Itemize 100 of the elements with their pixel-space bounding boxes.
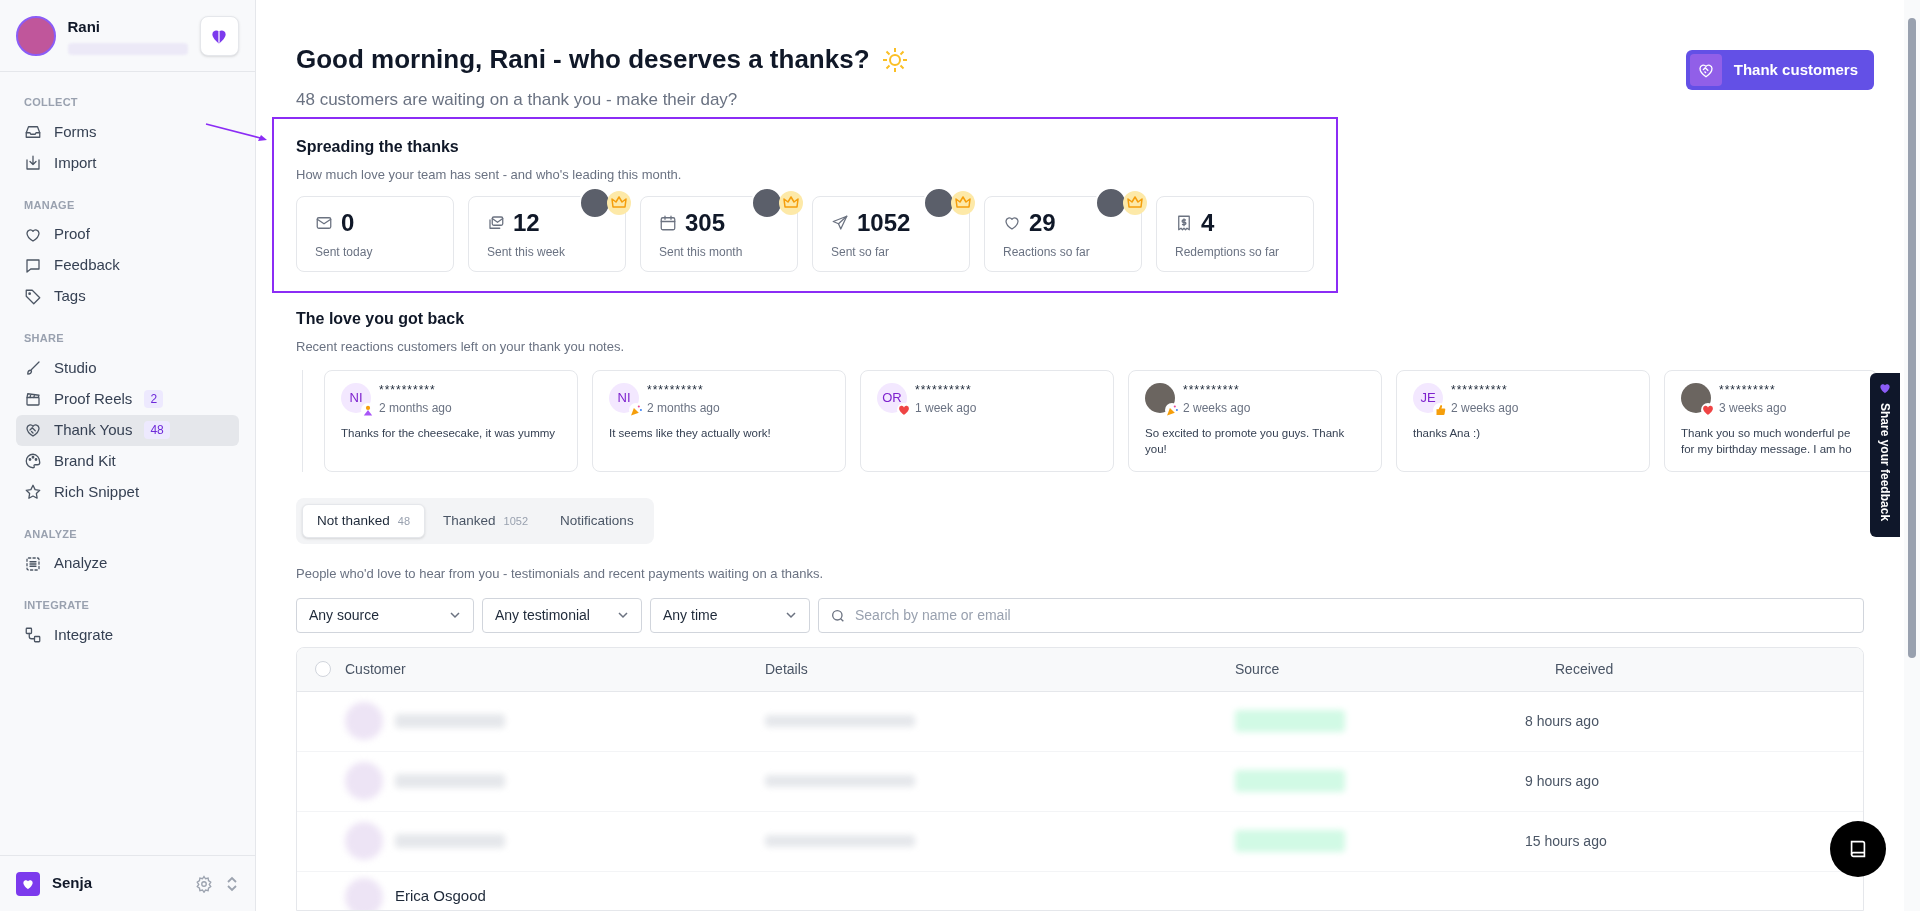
crown-icon <box>779 191 803 215</box>
customer-name: ********** <box>1719 383 1777 397</box>
crown-icon <box>607 191 631 215</box>
tag-icon <box>24 287 42 306</box>
stat-label: Sent so far <box>831 244 891 261</box>
filter-dropdown[interactable]: Any time <box>650 597 810 633</box>
praying-emoji-icon <box>361 403 375 417</box>
sidebar-item[interactable]: Feedback <box>16 250 239 281</box>
sidebar-item[interactable]: Integrate <box>16 619 239 651</box>
section-label: MANAGE <box>23 197 76 213</box>
reaction-time: 2 weeks ago <box>1183 400 1251 417</box>
stat-value: 12 <box>513 211 540 235</box>
reaction-message: Thank you so much wonderful pe for my birthday message. I am ho <box>1681 426 1853 457</box>
stat-value: 305 <box>685 211 726 235</box>
reaction-time: 2 months ago <box>647 400 720 417</box>
sidebar-item[interactable]: Proof <box>16 219 239 250</box>
party-popper-icon <box>1165 403 1179 417</box>
sidebar-item[interactable]: Rich Snippet <box>16 476 239 508</box>
avatar-photo[interactable] <box>16 15 56 56</box>
sidebar-item[interactable]: Studio <box>16 352 239 384</box>
filter-dropdown[interactable]: Any source <box>296 597 474 633</box>
tab[interactable]: Not thanked 48 <box>302 504 426 538</box>
customer-name: ********** <box>915 383 973 397</box>
inbox-icon <box>24 123 42 141</box>
thank-customers-button[interactable]: Thank customers <box>1685 50 1874 90</box>
dashed-list-icon <box>24 554 42 573</box>
heart-handshake-icon <box>24 421 42 439</box>
avatar-photo <box>1145 383 1175 413</box>
count-badge: 2 <box>144 390 164 408</box>
sidebar-item[interactable]: Proof Reels 2 <box>16 383 239 415</box>
column-header: Customer <box>345 659 407 679</box>
select-all-checkbox[interactable] <box>315 661 331 677</box>
customer-name: ********** <box>379 383 437 397</box>
stat-value: 29 <box>1029 211 1056 235</box>
customer-name: ********** <box>1183 383 1241 397</box>
palette-icon <box>24 452 42 470</box>
sidebar-item[interactable]: Tags <box>16 281 239 312</box>
section-subtitle: How much love your team has sent - and who's leading this month. <box>296 165 683 184</box>
section-title: The love you got back <box>296 308 466 329</box>
customer-name: ********** <box>1451 383 1509 397</box>
stat-value: 0 <box>341 211 355 235</box>
avatar-initials: NI <box>609 383 639 413</box>
count-badge: 48 <box>144 421 170 439</box>
customer-name: Erica Osgood <box>395 886 486 907</box>
stat-label: Sent this week <box>487 244 567 261</box>
reaction-message: So excited to promote you guys. Thank you! <box>1145 426 1346 457</box>
description: People who'd love to hear from you - testimonials and recent payments waiting on a thanks. <box>296 565 825 583</box>
greeting-subtitle: 48 customers are waiting on a thank you - make their day? <box>296 89 739 111</box>
crown-icon <box>1123 191 1147 215</box>
stat-label: Redemptions so far <box>1175 244 1281 261</box>
section-label: SHARE <box>23 331 65 346</box>
download-tray-icon <box>24 154 42 172</box>
chat-bubble-icon <box>24 256 42 275</box>
workspace-logo <box>16 871 40 896</box>
heart-icon <box>1878 381 1892 395</box>
settings-icon[interactable] <box>195 874 213 893</box>
workspace-name[interactable]: Senja <box>52 872 183 895</box>
love-button[interactable] <box>199 15 239 56</box>
receipt-icon <box>1175 214 1193 232</box>
avatar-initials: NI <box>341 383 371 413</box>
tab[interactable]: Thanked 1052 <box>429 504 543 538</box>
filter-dropdown[interactable]: Any testimonial <box>482 597 642 633</box>
stat-label: Reactions so far <box>1003 244 1091 261</box>
blurred-avatar <box>345 822 383 860</box>
brush-icon <box>24 359 42 377</box>
blurred-avatar <box>345 702 383 740</box>
avatar-photo <box>1681 383 1711 413</box>
sidebar-item[interactable]: Forms <box>16 116 239 148</box>
user-name: Rani <box>67 17 102 38</box>
reaction-time: 1 week ago <box>915 400 977 417</box>
tab[interactable]: Notifications <box>546 504 648 538</box>
clapperboard-icon <box>24 390 42 408</box>
reaction-message: It seems like they actually work! <box>609 426 772 441</box>
stat-value: 1052 <box>857 211 911 235</box>
received-time: 8 hours ago <box>1525 711 1599 731</box>
avatar-initials: OR <box>877 383 907 413</box>
sidebar-item[interactable]: Import <box>16 147 239 179</box>
feedback-tab[interactable]: Share your feedback <box>1870 373 1900 537</box>
customer-name: ********** <box>647 383 705 397</box>
calendar-icon <box>659 214 677 232</box>
stat-label: Sent this month <box>659 244 744 261</box>
column-header: Received <box>1555 659 1615 679</box>
reaction-message: Thanks for the cheesecake, it was yummy <box>341 426 557 441</box>
sidebar-item[interactable]: Analyze <box>16 548 239 579</box>
chevron-updown-icon[interactable] <box>225 874 239 893</box>
crown-icon <box>951 191 975 215</box>
heart-emoji-icon <box>897 403 911 417</box>
search-field[interactable]: Search by name or email <box>818 597 1864 633</box>
sidebar-item[interactable]: Brand Kit <box>16 445 239 477</box>
help-button[interactable] <box>1830 821 1886 877</box>
sidebar-item[interactable]: Thank Yous 48 <box>16 414 239 446</box>
chevron-down-icon <box>785 609 797 621</box>
party-popper-icon <box>629 403 643 417</box>
search-icon <box>830 607 846 624</box>
heart-icon <box>1003 214 1021 232</box>
section-title: Spreading the thanks <box>296 136 460 157</box>
star-icon <box>24 483 42 501</box>
column-header: Source <box>1235 659 1281 679</box>
connected-squares-icon <box>24 626 42 644</box>
avatar-initials: JE <box>1413 383 1443 413</box>
